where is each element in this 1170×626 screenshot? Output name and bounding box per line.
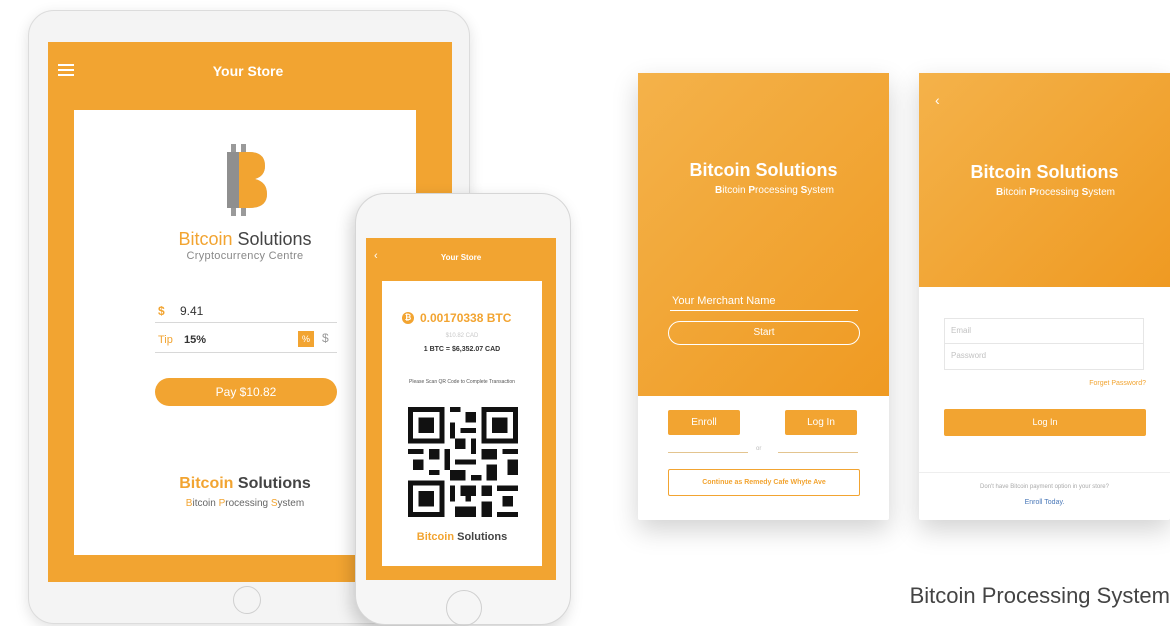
qr-code-icon [408, 407, 518, 517]
subtitle-text: rocessing [755, 185, 801, 196]
login-start-title: Bitcoin Solutions [689, 160, 838, 180]
amount-underline [155, 322, 337, 323]
amount-currency-symbol: $ [158, 304, 165, 318]
phone-brand-name: Bitcoin Solutions [382, 531, 542, 543]
password-field[interactable]: Password [944, 344, 1144, 370]
enroll-button[interactable]: Enroll [668, 410, 740, 435]
email-field[interactable]: Email [944, 318, 1144, 344]
tip-percent-toggle[interactable]: % [298, 331, 314, 347]
footer-brand-solutions-word: Solutions [237, 475, 311, 492]
bitcoin-coin-icon: ₿ [402, 312, 414, 324]
btc-amount: 0.00170338 BTC [420, 311, 512, 325]
start-button[interactable]: Start [668, 321, 860, 345]
footer-divider [919, 472, 1170, 473]
scan-instructions: Please Scan QR Code to Complete Transact… [409, 379, 515, 385]
bitcoin-logo-icon [227, 144, 267, 216]
phone-brand-solutions-word: Solutions [457, 531, 508, 543]
continue-as-merchant-button[interactable]: Continue as Remedy Cafe Whyte Ave [668, 469, 860, 496]
tagline-text: rocessing [225, 498, 271, 509]
subtitle-text: itcoin [722, 185, 749, 196]
login-start-subtitle: Bitcoin Processing System [660, 185, 889, 196]
brand-solutions-word: Solutions [237, 229, 312, 249]
pay-button[interactable]: Pay $10.82 [155, 378, 337, 406]
forget-password-link[interactable]: Forget Password? [1040, 380, 1146, 387]
divider-right [778, 452, 858, 453]
or-separator: or [756, 446, 762, 452]
subtitle-text: ystem [1088, 187, 1115, 198]
tablet-header-title: Your Store [212, 63, 284, 79]
tip-input[interactable]: 15% [184, 334, 206, 346]
subtitle-text: ystem [807, 185, 834, 196]
tagline-text: itcoin [192, 498, 219, 509]
tip-underline [155, 352, 337, 353]
phone-home-button[interactable] [446, 590, 482, 626]
merchant-name-input[interactable]: Your Merchant Name [672, 295, 776, 307]
cad-amount: $10.82 CAD [445, 333, 479, 339]
back-arrow-icon[interactable]: ‹ [935, 92, 940, 108]
no-payment-option-text: Don't have Bitcoin payment option in you… [980, 484, 1109, 490]
login-submit-button[interactable]: Log In [944, 409, 1146, 436]
login-form-title: Bitcoin Solutions [970, 162, 1119, 182]
login-form-subtitle: Bitcoin Processing System [941, 187, 1170, 198]
tagline-text: ystem [277, 498, 305, 509]
merchant-name-underline [670, 310, 858, 311]
footer-brand-bitcoin-word: Bitcoin [179, 475, 234, 492]
subtitle-text: itcoin [1003, 187, 1030, 198]
brand-bitcoin-word: Bitcoin [178, 229, 233, 249]
enroll-today-link[interactable]: Enroll Today. [919, 499, 1170, 506]
tip-label: Tip [158, 334, 173, 346]
divider-left [668, 452, 748, 453]
phone-brand-bitcoin-word: Bitcoin [416, 531, 455, 543]
page-caption: Bitcoin Processing System [909, 583, 1170, 608]
subtitle-text: rocessing [1036, 187, 1082, 198]
exchange-rate: 1 BTC = $6,352.07 CAD [423, 346, 501, 353]
tagline-letter: S [270, 498, 278, 509]
tablet-home-button[interactable] [233, 586, 261, 614]
tip-dollar-toggle[interactable]: $ [322, 331, 329, 345]
login-button[interactable]: Log In [785, 410, 857, 435]
amount-input[interactable]: 9.41 [180, 304, 203, 318]
login-start-hero [638, 73, 889, 396]
phone-header-title: Your Store [440, 253, 482, 262]
